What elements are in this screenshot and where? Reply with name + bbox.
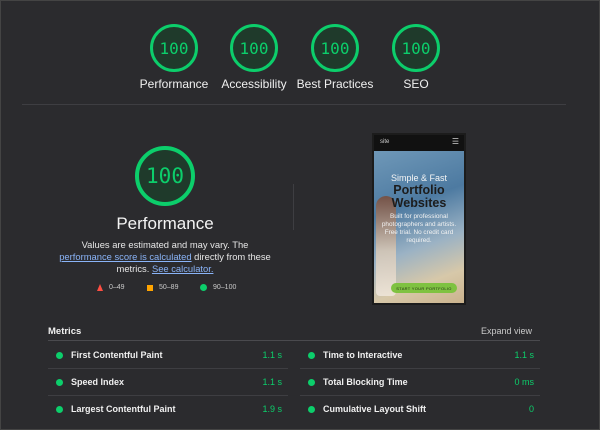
site-logo: site	[380, 139, 390, 145]
metric-label: Total Blocking Time	[323, 377, 408, 387]
metric-label: Time to Interactive	[323, 350, 403, 360]
screenshot-header: site ☰	[374, 135, 464, 151]
metric-label: Largest Contentful Paint	[71, 404, 176, 414]
start-portfolio-button: START YOUR PORTFOLIO	[391, 283, 457, 293]
hero-image: Simple & Fast Portfolio Websites Built f…	[374, 151, 464, 303]
pass-icon	[308, 405, 315, 413]
pass-icon	[56, 378, 63, 386]
legend-pass: 90–100	[200, 284, 236, 291]
metric-label: Speed Index	[71, 377, 125, 387]
metric-value: 1.1 s	[262, 377, 282, 387]
hero-subtext: Built for professional photographers and…	[381, 213, 457, 244]
circle-icon	[200, 284, 207, 291]
section-divider	[22, 104, 566, 105]
see-calculator-link[interactable]: See calculator.	[152, 263, 214, 274]
metric-cls: Cumulative Layout Shift 0	[300, 396, 540, 422]
legend-fail: 0–49	[97, 284, 125, 291]
seo-gauge[interactable]: 100	[392, 24, 440, 72]
metric-lcp: Largest Contentful Paint 1.9 s	[48, 396, 288, 422]
metric-value: 1.1 s	[262, 350, 282, 360]
triangle-icon	[97, 284, 103, 291]
performance-score-gauge: 100	[135, 146, 195, 206]
score-text: 100	[320, 38, 350, 58]
menu-icon: ☰	[451, 137, 459, 146]
metric-value: 0	[528, 404, 534, 414]
metric-value: 0 ms	[514, 377, 534, 387]
score-text: 100	[401, 38, 431, 58]
pass-icon	[308, 351, 315, 359]
metric-label: Cumulative Layout Shift	[323, 404, 427, 414]
metric-tbt: Total Blocking Time 0 ms	[300, 369, 540, 395]
score-text: 100	[239, 38, 269, 58]
pass-icon	[56, 351, 63, 359]
expand-view-toggle[interactable]: Expand view	[481, 326, 532, 336]
metric-label: First Contentful Paint	[71, 350, 163, 360]
best-practices-gauge[interactable]: 100	[311, 24, 359, 72]
accessibility-gauge[interactable]: 100	[230, 24, 278, 72]
hero-tagline: Simple & Fast	[390, 173, 448, 183]
legend-range: 0–49	[109, 284, 125, 291]
vertical-divider	[293, 184, 294, 230]
performance-gauge[interactable]: 100	[150, 24, 198, 72]
metric-speed-index: Speed Index 1.1 s	[48, 369, 288, 395]
square-icon	[147, 284, 153, 291]
pass-icon	[56, 405, 63, 413]
performance-title: Performance	[116, 214, 214, 233]
final-screenshot[interactable]: site ☰ Simple & Fast Portfolio Websites …	[372, 133, 466, 305]
metrics-divider	[48, 340, 540, 341]
metrics-title: Metrics	[48, 326, 82, 337]
legend-range: 90–100	[213, 284, 237, 291]
desc-text: Values are estimated and may vary. The	[81, 239, 249, 250]
legend-range: 50–89	[159, 284, 179, 291]
person-figure	[376, 196, 396, 296]
hero-headline: Portfolio Websites	[391, 183, 447, 210]
score-calculated-link[interactable]: performance score is calculated	[59, 251, 191, 262]
pass-icon	[308, 378, 315, 386]
score-text: 100	[146, 164, 184, 188]
metric-value: 1.9 s	[262, 404, 282, 414]
performance-description: Values are estimated and may vary. The p…	[55, 239, 275, 275]
legend-average: 50–89	[147, 284, 178, 291]
metric-fcp: First Contentful Paint 1.1 s	[48, 342, 288, 368]
metric-value: 1.1 s	[514, 350, 534, 360]
score-text: 100	[159, 38, 189, 58]
seo-label: SEO	[403, 77, 429, 91]
metric-tti: Time to Interactive 1.1 s	[300, 342, 540, 368]
